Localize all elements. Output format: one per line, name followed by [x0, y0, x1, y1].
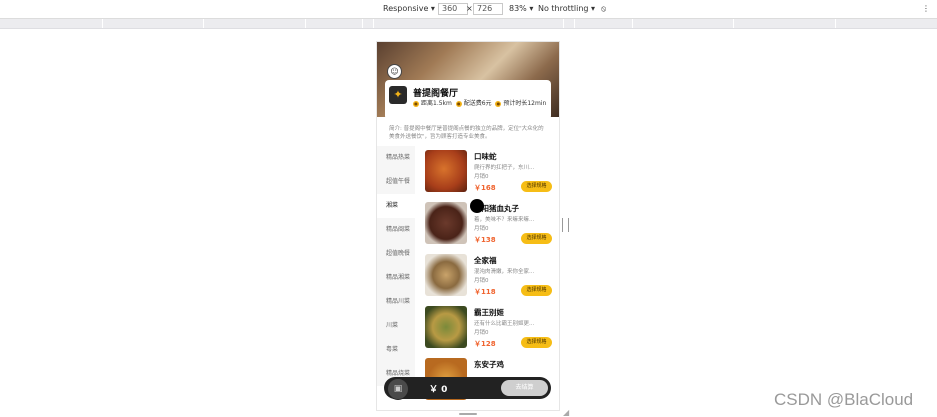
dish-item: 邵阳猪血丸子 着，美味不？来嘛来嘛... 月销0 ￥138 选择规格	[415, 198, 559, 250]
times-sign: ×	[466, 4, 473, 13]
user-icon[interactable]: ☺	[387, 64, 402, 79]
dish-name: 口味蛇	[474, 152, 497, 161]
select-spec-button[interactable]: 选择规格	[521, 337, 552, 348]
watermark: CSDN @BlaCloud	[774, 390, 914, 409]
shop-logo-icon: ✦	[389, 86, 407, 104]
dish-item: 口味蛇 爬行界的扛把子，东川... 月销0 ￥168 选择规格	[415, 146, 559, 198]
touch-cursor	[470, 199, 484, 213]
ruler-segment	[362, 19, 363, 28]
shop-intro: 简介: 普提阁中餐厅是普提阁点餐的独立的品牌，定位"大众化的美食外送餐饮"，旨为…	[389, 126, 544, 140]
clock-icon: ●	[495, 100, 502, 107]
dish-image	[425, 254, 467, 296]
ruler-segment	[733, 19, 734, 28]
shop-name: 普提阁餐厅	[413, 89, 459, 99]
dish-sales: 月销0	[474, 278, 489, 284]
cart-bar: ▣ ￥ 0 去结算	[384, 377, 551, 400]
dish-price: ￥128	[474, 340, 496, 348]
select-spec-button[interactable]: 选择规格	[521, 181, 552, 192]
mobile-viewport: ☺ ✦ 普提阁餐厅 ● 距离1.5km ● 配送费6元 ● 预计时长12min 简介:…	[377, 42, 559, 410]
ruler-segment	[632, 19, 633, 28]
distance-icon: ●	[413, 100, 419, 107]
dish-sales: 月销0	[474, 174, 489, 180]
media-query-ruler	[0, 19, 937, 29]
dish-name: 全家福	[474, 256, 497, 265]
dish-price: ￥118	[474, 288, 496, 296]
shop-meta: ● 距离1.5km ● 配送费6元 ● 预计时长12min	[413, 99, 553, 108]
checkout-button[interactable]: 去结算	[501, 380, 548, 396]
sidebar-item[interactable]: 川菜	[377, 314, 415, 338]
rotate-icon[interactable]: ⦸	[601, 3, 606, 15]
ruler-segment	[305, 19, 306, 28]
shop-card: ✦ 普提阁餐厅 ● 距离1.5km ● 配送费6元 ● 预计时长12min	[385, 80, 551, 120]
sidebar-item[interactable]: 超值午餐	[377, 170, 415, 194]
cart-total: ￥ 0	[429, 385, 448, 395]
shop-delivery-fee: 配送费6元	[463, 100, 492, 107]
dish-desc: 还有什么比霸王别姬更...	[474, 321, 535, 327]
throttling-label: No throttling	[538, 4, 589, 13]
dish-name: 霸王别姬	[474, 308, 504, 317]
select-spec-button[interactable]: 选择规格	[521, 233, 552, 244]
sidebar-item[interactable]: 精品闽菜	[377, 218, 415, 242]
shop-eta: 预计时长12min	[503, 100, 547, 107]
device-label: Responsive	[383, 4, 429, 13]
dish-name: 东安子鸡	[474, 360, 504, 369]
ruler-segment	[835, 19, 836, 28]
dish-desc: 混沌肉滑嫩，来你全家...	[474, 269, 535, 275]
cart-icon[interactable]: ▣	[387, 378, 409, 400]
ruler-segment	[203, 19, 204, 28]
select-spec-button[interactable]: 选择规格	[521, 285, 552, 296]
dish-price: ￥168	[474, 184, 496, 192]
height-input[interactable]: 726	[473, 3, 503, 15]
delivery-icon: ●	[455, 100, 462, 107]
dish-item: 霸王别姬 还有什么比霸王别姬更... 月销0 ￥128 选择规格	[415, 302, 559, 354]
dish-desc: 着，美味不？来嘛来嘛...	[474, 217, 535, 223]
dish-item: 全家福 混沌肉滑嫩，来你全家... 月销0 ￥118 选择规格	[415, 250, 559, 302]
category-sidebar: 精品热菜 超值午餐 湘菜 精品闽菜 超值晚餐 精品湘菜 精品川菜 川菜 粤菜 精…	[377, 146, 415, 386]
more-icon[interactable]: ⋮	[922, 3, 930, 15]
dish-image	[425, 306, 467, 348]
ruler-segment	[373, 19, 374, 28]
dish-desc: 爬行界的扛把子，东川...	[474, 165, 535, 171]
device-select[interactable]: Responsive ▾	[383, 3, 435, 15]
ruler-segment	[574, 19, 575, 28]
dish-image	[425, 202, 467, 244]
dish-sales: 月销0	[474, 330, 489, 336]
zoom-select[interactable]: 83% ▾	[509, 3, 533, 15]
sidebar-item[interactable]: 粤菜	[377, 338, 415, 362]
sidebar-item[interactable]: 超值晚餐	[377, 242, 415, 266]
sidebar-item[interactable]: 精品热菜	[377, 146, 415, 170]
ruler-segment	[563, 19, 564, 28]
sidebar-item-active[interactable]: 湘菜	[377, 194, 415, 218]
shop-distance: 距离1.5km	[421, 100, 452, 107]
throttling-select[interactable]: No throttling ▾	[538, 3, 595, 15]
zoom-label: 83%	[509, 4, 527, 13]
resize-handle-bottom[interactable]	[459, 413, 477, 415]
resize-handle-right[interactable]	[562, 218, 569, 232]
sidebar-item[interactable]: 精品川菜	[377, 290, 415, 314]
devtools-toolbar: Responsive ▾ 360 × 726 83% ▾ No throttli…	[0, 0, 937, 19]
resize-corner-icon[interactable]: ◢	[563, 408, 569, 417]
dish-list: 口味蛇 爬行界的扛把子，东川... 月销0 ￥168 选择规格 邵阳猪血丸子 着…	[415, 146, 559, 400]
dish-image	[425, 150, 467, 192]
sidebar-item[interactable]: 精品湘菜	[377, 266, 415, 290]
dish-sales: 月销0	[474, 226, 489, 232]
width-input[interactable]: 360	[438, 3, 468, 15]
dish-price: ￥138	[474, 236, 496, 244]
ruler-segment	[102, 19, 103, 28]
